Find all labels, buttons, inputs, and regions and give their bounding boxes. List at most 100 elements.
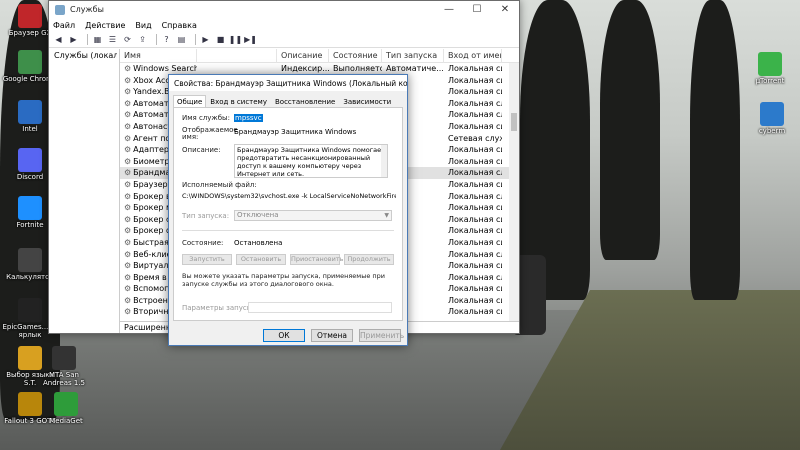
start-button[interactable]: Запустить [182, 254, 232, 265]
column-headers: Имя Описание Состояние Тип запуска Вход … [120, 49, 519, 63]
service-logon-cell: Локальная сис... [448, 261, 502, 271]
service-logon-cell: Локальная сис... [448, 145, 502, 155]
scroll-thumb[interactable] [511, 113, 517, 131]
menu-action[interactable]: Действие [85, 21, 125, 30]
maximize-button[interactable]: ☐ [463, 1, 491, 18]
service-name-label: Имя службы: [182, 114, 230, 122]
opera-gx-icon [18, 4, 42, 28]
display-name-value[interactable]: Брандмауэр Защитника Windows [234, 128, 356, 136]
desktop-shortcut[interactable]: MediaGet [36, 392, 96, 426]
service-logon-cell: Локальная сис... [448, 295, 502, 305]
desktop-shortcut[interactable]: µTorrent [740, 52, 800, 86]
startup-type-value: Отключена [237, 211, 279, 219]
state-value: Остановлена [234, 239, 283, 247]
window-title: Службы [70, 5, 104, 14]
restart-icon[interactable]: ▶❚ [244, 34, 257, 45]
start-icon[interactable]: ▶ [200, 34, 211, 45]
column-logon[interactable]: Вход от имени [444, 49, 502, 63]
display-name-label: Отображаемое имя: [182, 126, 238, 141]
gear-icon: ⚙ [124, 284, 132, 294]
table-row[interactable]: ⚙Windows Search Индексир... Выполняется Авт… [120, 63, 519, 75]
exe-path[interactable]: C:\WINDOWS\system32\svchost.exe -k Local… [182, 192, 396, 200]
tab-dependencies[interactable]: Зависимости [339, 95, 395, 107]
close-button[interactable]: ✕ [491, 1, 519, 18]
description-scrollbar[interactable] [381, 145, 387, 177]
services-app-icon [55, 4, 65, 15]
help-icon[interactable]: ? [161, 34, 172, 45]
cancel-button[interactable]: Отмена [311, 329, 353, 342]
service-logon-cell: Локальная служ... [448, 168, 502, 178]
service-logon-cell: Локальная служ... [448, 249, 502, 259]
service-name-value[interactable]: mpssvc [234, 114, 263, 122]
services-titlebar[interactable]: Службы — ☐ ✕ [49, 1, 519, 18]
resume-button[interactable]: Продолжить [344, 254, 394, 265]
discord-icon [18, 148, 42, 172]
tree-item-services[interactable]: Службы (локальн [51, 51, 117, 60]
pause-icon[interactable]: ❚❚ [229, 34, 242, 45]
state-label: Состояние: [182, 239, 224, 247]
back-icon[interactable]: ◀ [53, 34, 64, 45]
description-box[interactable]: Брандмауэр Защитника Windows помогает пр… [234, 144, 388, 178]
column-state[interactable]: Состояние [329, 49, 382, 63]
tab-general[interactable]: Общие [173, 95, 207, 107]
forward-icon[interactable]: ▶ [68, 34, 79, 45]
service-logon-cell: Локальная сис... [448, 87, 502, 97]
tab-logon[interactable]: Вход в систему [206, 95, 271, 107]
properties-icon[interactable]: ▤ [176, 34, 187, 45]
service-logon-cell: Локальная служ... [448, 110, 502, 120]
desktop-shortcut[interactable]: MTA San Andreas 1.5 [34, 346, 94, 387]
refresh-icon[interactable]: ⟳ [122, 34, 133, 45]
gear-icon: ⚙ [124, 75, 132, 85]
service-desc-cell: Индексир... [281, 64, 329, 73]
desktop-shortcut[interactable]: cyberm [742, 102, 800, 136]
stop-button[interactable]: Остановить [236, 254, 286, 265]
tree-trunk [600, 0, 660, 260]
service-logon-cell: Локальная служ... [448, 272, 502, 282]
pause-button[interactable]: Приостановить [290, 254, 343, 265]
export-icon[interactable]: ⇪ [137, 34, 148, 45]
description-label: Описание: [182, 146, 221, 154]
menu-help[interactable]: Справка [162, 21, 197, 30]
general-tab-panel: Имя службы: mpssvc Отображаемое имя: Бра… [173, 107, 403, 321]
service-name: Windows Search [133, 64, 197, 73]
gear-icon: ⚙ [124, 156, 132, 166]
service-logon-cell: Локальная служ... [448, 98, 502, 108]
tree-item-label: Службы (локальн [54, 51, 117, 60]
stop-icon[interactable]: ■ [215, 34, 226, 45]
service-name-selection[interactable]: mpssvc [234, 114, 263, 122]
desktop-shortcut-label: µTorrent [755, 77, 785, 85]
dialog-title[interactable]: Свойства: Брандмауэр Защитника Windows (… [169, 75, 407, 91]
cyber-icon [760, 102, 784, 126]
column-name[interactable]: Имя [120, 49, 197, 63]
exe-label: Исполняемый файл: [182, 181, 257, 189]
minimize-button[interactable]: — [435, 1, 463, 18]
menu-file[interactable]: Файл [53, 21, 75, 30]
service-logon-cell: Локальная сис... [448, 75, 502, 85]
mediaget-icon [54, 392, 78, 416]
gear-icon: ⚙ [124, 98, 132, 108]
toolbar: ◀ ▶ ▦ ☰ ⟳ ⇪ ? ▤ ▶ ■ ❚❚ ▶❚ [49, 32, 519, 48]
gear-icon: ⚙ [124, 64, 132, 73]
column-blank[interactable] [197, 49, 277, 63]
start-params-input[interactable] [248, 302, 392, 313]
list-view-icon[interactable]: ☰ [107, 34, 118, 45]
column-description[interactable]: Описание [277, 49, 329, 63]
tab-recovery[interactable]: Восстановление [271, 95, 339, 107]
menu-view[interactable]: Вид [135, 21, 151, 30]
startup-type-select[interactable]: Отключена ▼ [234, 210, 392, 221]
chrome-icon [18, 50, 42, 74]
column-startup[interactable]: Тип запуска [382, 49, 444, 63]
gear-icon: ⚙ [124, 261, 132, 271]
vertical-scrollbar[interactable] [509, 63, 519, 321]
service-logon-cell: Локальная служ... [448, 191, 502, 201]
console-tree: Службы (локальн [49, 49, 120, 333]
service-logon-cell: Локальная сис... [448, 237, 502, 247]
gear-icon: ⚙ [124, 145, 132, 155]
console-tree-icon[interactable]: ▦ [92, 34, 103, 45]
apply-button[interactable]: Применить [359, 329, 404, 342]
gear-icon: ⚙ [124, 203, 132, 213]
gear-icon: ⚙ [124, 307, 132, 317]
ok-button[interactable]: ОК [263, 329, 305, 342]
gear-icon: ⚙ [124, 295, 132, 305]
divider [182, 230, 394, 231]
